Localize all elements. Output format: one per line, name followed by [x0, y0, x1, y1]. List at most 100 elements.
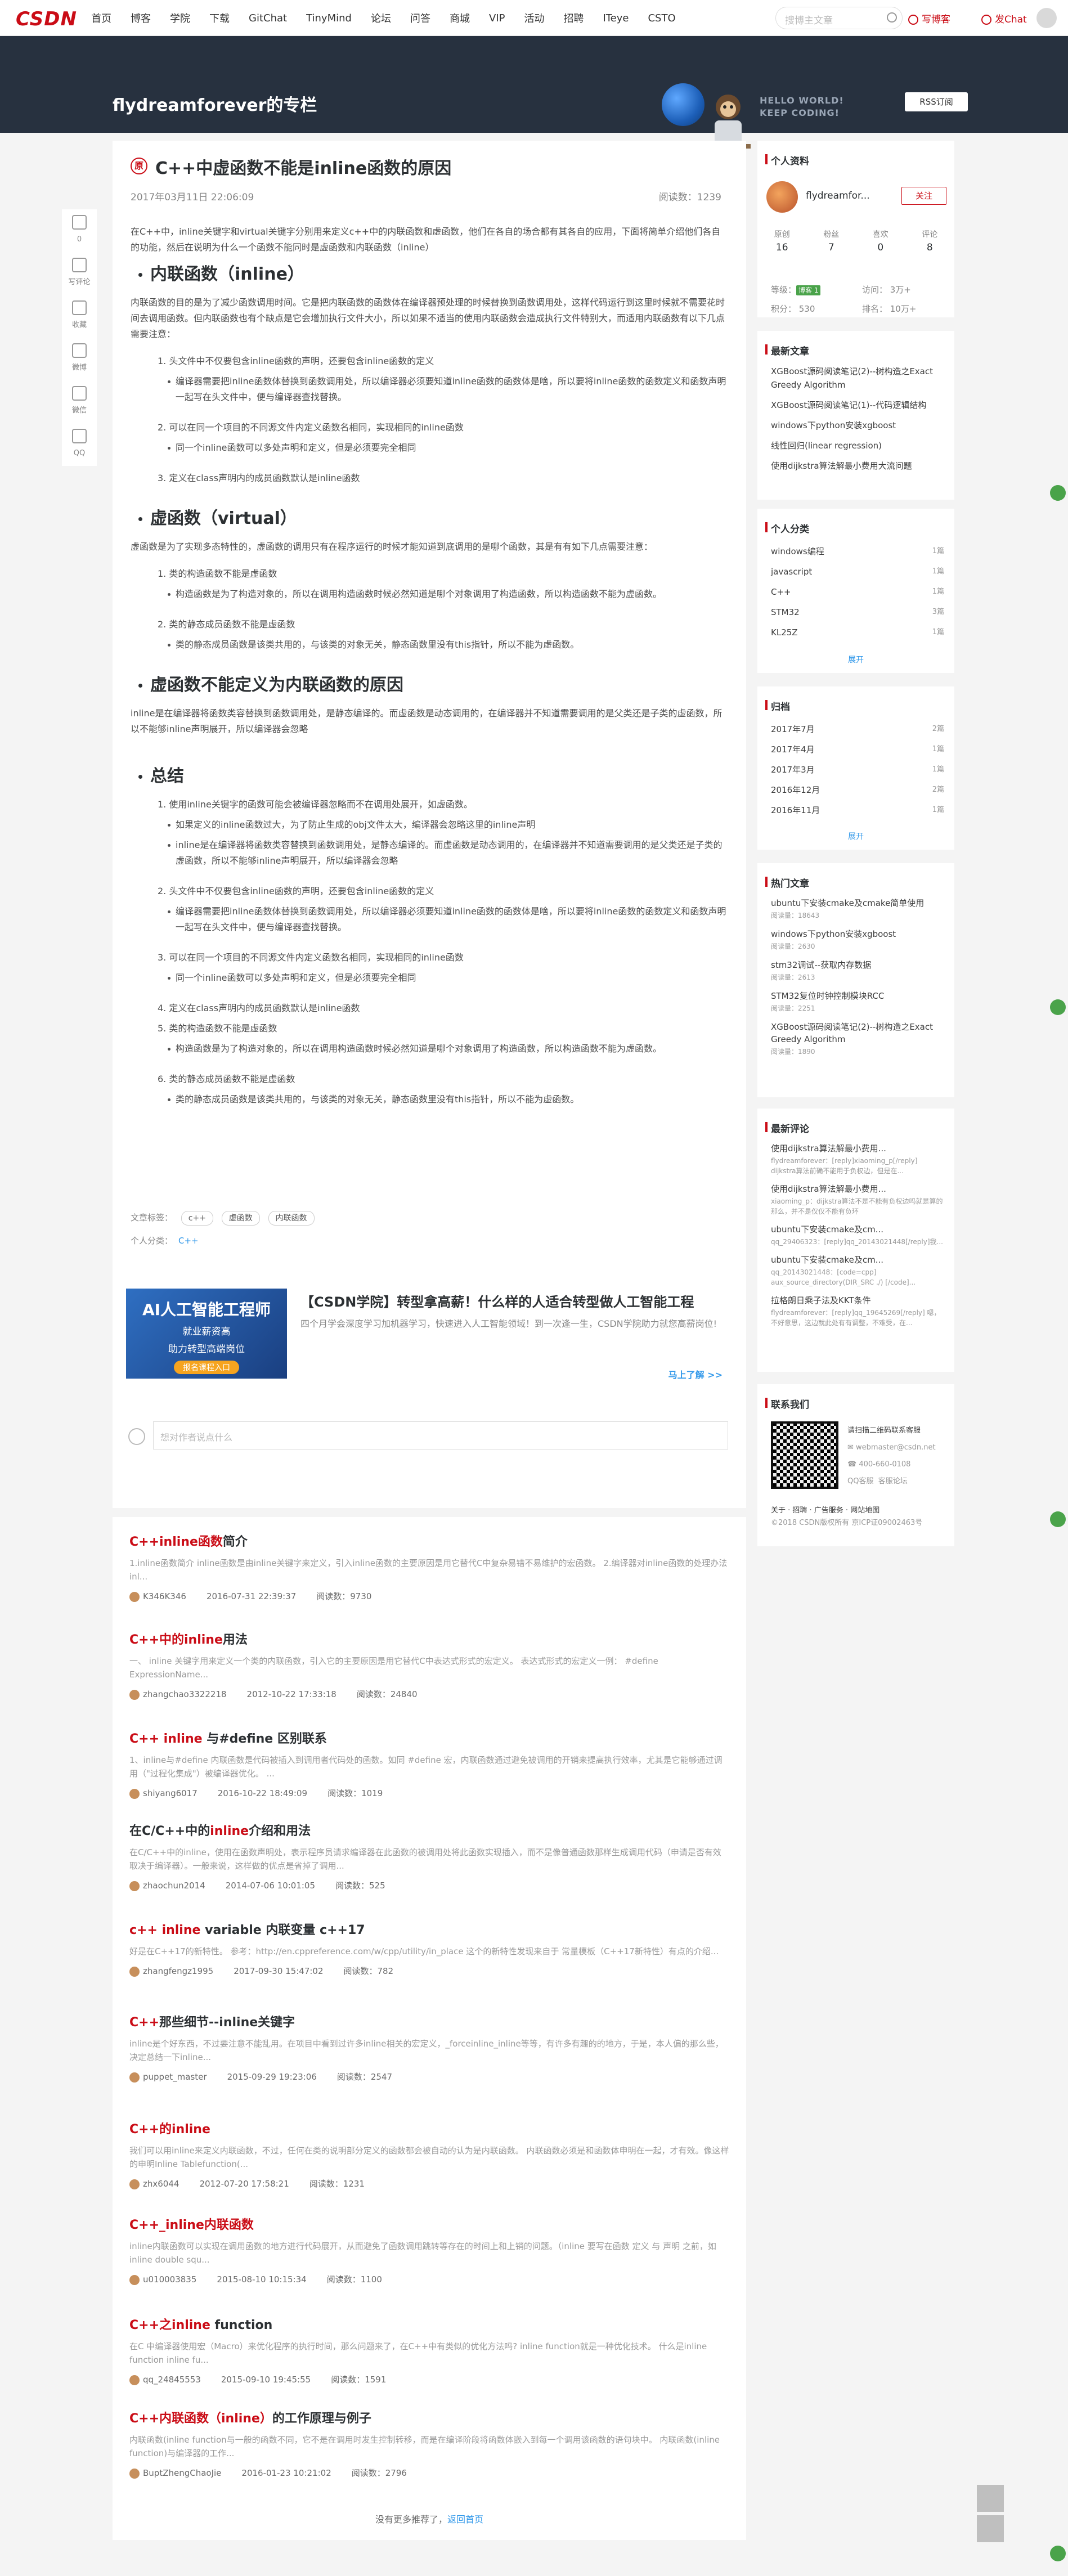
author-avatar[interactable]	[129, 2179, 140, 2189]
comment-item[interactable]: ubuntu下安装cmake及cm... qq_29406323：[reply]q…	[771, 1223, 944, 1247]
latest-item[interactable]: 使用dijkstra算法解最小费用大流问题	[771, 459, 944, 473]
related-title[interactable]: C++内联函数（inline）的工作原理与例子	[129, 2408, 729, 2426]
related-author[interactable]: u010003835	[143, 2274, 196, 2285]
related-article[interactable]: C++inline函数简介 1.inline函数简介 inline函数是由inli…	[129, 1532, 729, 1602]
related-title[interactable]: c++ inline variable 内联变量 c++17	[129, 1920, 729, 1938]
related-article[interactable]: C++之inline function 在C 中编译器使用宏（Macro）来优化程…	[129, 2315, 729, 2385]
nav-link-mall[interactable]: 商城	[450, 11, 470, 25]
chat-button[interactable]: 发Chat	[981, 11, 1027, 25]
contact-email[interactable]: ✉ webmaster@csdn.net	[847, 1439, 936, 1456]
related-article[interactable]: 在C/C++中的inline介绍和用法 在C/C++中的inline，使用在函数声…	[129, 1821, 729, 1891]
ad-title[interactable]: 【CSDN学院】转型拿高薪！什么样的人适合转型做人工智能工程	[300, 1291, 694, 1311]
related-title[interactable]: C++_inline内联函数	[129, 2215, 729, 2233]
archive-item[interactable]: 2016年11月 1篇	[771, 800, 944, 820]
comment-input[interactable]: 想对作者说点什么	[153, 1421, 728, 1449]
promo-ad[interactable]: AI人工智能工程师 就业薪资高 助力转型高端岗位 报名课程入口 【CSDN学院】…	[126, 1289, 734, 1392]
category-item[interactable]: KL25Z 1篇	[771, 622, 944, 643]
related-author[interactable]: zhaochun2014	[143, 1881, 205, 1891]
related-title[interactable]: C++的inline	[129, 2119, 729, 2137]
follow-button[interactable]: 关注	[901, 187, 946, 205]
nav-link-forum[interactable]: 论坛	[371, 11, 391, 25]
ad-image-button[interactable]: 报名课程入口	[174, 1361, 239, 1374]
security-shield-icon[interactable]	[1050, 2546, 1066, 2561]
like-button[interactable]: 0	[62, 209, 97, 252]
nav-link-qa[interactable]: 问答	[410, 11, 430, 25]
share-weibo-button[interactable]: 微博	[62, 338, 97, 380]
share-wechat-button[interactable]: 微信	[62, 380, 97, 423]
latest-item[interactable]: XGBoost源码阅读笔记(2)--树构造之Exact Greedy Algor…	[771, 365, 944, 392]
security-shield-icon[interactable]	[1050, 1511, 1066, 1527]
category-item[interactable]: C++ 1篇	[771, 582, 944, 602]
tag-cpp[interactable]: c++	[181, 1211, 213, 1226]
service-forum-link[interactable]: 客服论坛	[878, 1477, 908, 1486]
write-blog-button[interactable]: 写博客	[908, 11, 950, 25]
author-avatar[interactable]	[129, 2375, 140, 2385]
related-article[interactable]: C++那些细节--inline关键字 inline是个好东西，不过要注意不能乱用。…	[129, 2012, 729, 2083]
write-comment-button[interactable]: 写评论	[62, 252, 97, 295]
nav-link-download[interactable]: 下载	[209, 11, 230, 25]
related-author[interactable]: K346K346	[143, 1591, 186, 1601]
comment-item[interactable]: 使用dijkstra算法解最小费用... flydreamforever：[rep…	[771, 1142, 944, 1176]
related-author[interactable]: zhangfengz1995	[143, 1966, 213, 1976]
nav-link-gitchat[interactable]: GitChat	[249, 12, 287, 24]
security-shield-icon[interactable]	[1050, 485, 1066, 501]
hot-item[interactable]: stm32调试--获取内存数据 阅读量：2613	[771, 959, 944, 982]
author-avatar[interactable]	[129, 1966, 140, 1977]
category-item[interactable]: STM32 3篇	[771, 602, 944, 622]
category-item[interactable]: javascript 1篇	[771, 562, 944, 582]
author-avatar[interactable]	[129, 2274, 140, 2285]
latest-item[interactable]: 线性回归(linear regression)	[771, 439, 944, 452]
author-avatar[interactable]	[129, 1591, 140, 1602]
nav-link-home[interactable]: 首页	[91, 11, 111, 25]
related-author[interactable]: qq_24845553	[143, 2375, 201, 2385]
nav-link-jobs[interactable]: 招聘	[563, 11, 584, 25]
hot-item[interactable]: XGBoost源码阅读笔记(2)--树构造之Exact Greedy Algor…	[771, 1021, 944, 1056]
related-author[interactable]: shiyang6017	[143, 1788, 198, 1798]
blog-title[interactable]: flydreamforever的专栏	[113, 91, 317, 116]
nav-link-iteye[interactable]: ITeye	[603, 12, 629, 24]
category-item[interactable]: windows编程 1篇	[771, 541, 944, 562]
author-avatar[interactable]	[129, 2468, 140, 2479]
author-name[interactable]: flydreamfor...	[806, 190, 870, 201]
help-button[interactable]	[977, 2515, 1004, 2542]
search-icon[interactable]	[887, 12, 897, 23]
related-title[interactable]: 在C/C++中的inline介绍和用法	[129, 1821, 729, 1839]
comment-item[interactable]: 拉格朗日乘子法及KKT条件 flydreamforever：[reply]qq_1…	[771, 1294, 944, 1328]
nav-link-vip[interactable]: VIP	[489, 12, 505, 24]
related-author[interactable]: BuptZhengChaoJie	[143, 2468, 221, 2478]
tag-inline[interactable]: 内联函数	[268, 1211, 315, 1226]
archive-expand-link[interactable]: 展开	[757, 831, 954, 842]
author-avatar[interactable]	[129, 1881, 140, 1891]
back-to-top-button[interactable]	[977, 2485, 1004, 2512]
related-title[interactable]: C++那些细节--inline关键字	[129, 2012, 729, 2030]
archive-item[interactable]: 2017年3月 1篇	[771, 760, 944, 780]
related-article[interactable]: C++的inline 我们可以用inline来定义内联函数，不过，任何在类的说明部…	[129, 2119, 729, 2189]
related-article[interactable]: c++ inline variable 内联变量 c++17 好是在C++17的新…	[129, 1920, 729, 1977]
related-title[interactable]: C++之inline function	[129, 2315, 729, 2333]
related-article[interactable]: C++ inline 与#define 区别联系 1、inline与#define…	[129, 1729, 729, 1799]
related-article[interactable]: C++中的inline用法 一、 inline 关键字用来定义一个类的内联函数，引…	[129, 1630, 729, 1700]
related-article[interactable]: C++内联函数（inline）的工作原理与例子 内联函数(inline funct…	[129, 2408, 729, 2479]
related-title[interactable]: C++中的inline用法	[129, 1630, 729, 1648]
comment-item[interactable]: ubuntu下安装cmake及cm... qq_20143021448：[code…	[771, 1254, 944, 1287]
ad-learn-more-link[interactable]: 马上了解 >>	[668, 1367, 723, 1381]
nav-link-csto[interactable]: CSTO	[648, 12, 675, 24]
archive-item[interactable]: 2017年7月 2篇	[771, 719, 944, 739]
rss-subscribe-button[interactable]: RSS订阅	[905, 92, 968, 111]
hot-item[interactable]: windows下python安装xgboost 阅读量：2630	[771, 928, 944, 951]
nav-link-academy[interactable]: 学院	[170, 11, 190, 25]
author-avatar[interactable]	[129, 1788, 140, 1799]
archive-item[interactable]: 2016年12月 2篇	[771, 780, 944, 800]
user-avatar[interactable]	[1036, 8, 1057, 28]
bookmark-button[interactable]: 收藏	[62, 295, 97, 338]
author-avatar[interactable]	[129, 2072, 140, 2083]
latest-item[interactable]: windows下python安装xgboost	[771, 419, 944, 432]
share-qq-button[interactable]: QQ	[62, 423, 97, 466]
nav-link-blog[interactable]: 博客	[131, 11, 151, 25]
csdn-logo[interactable]: CSDN	[16, 8, 77, 30]
footer-links[interactable]: 关于 · 招聘 · 广告服务 · 网站地图	[771, 1505, 945, 1517]
categories-expand-link[interactable]: 展开	[757, 654, 954, 665]
qq-service-link[interactable]: QQ客服	[847, 1477, 873, 1486]
tag-virtual[interactable]: 虚函数	[221, 1211, 260, 1226]
archive-item[interactable]: 2017年4月 1篇	[771, 739, 944, 760]
